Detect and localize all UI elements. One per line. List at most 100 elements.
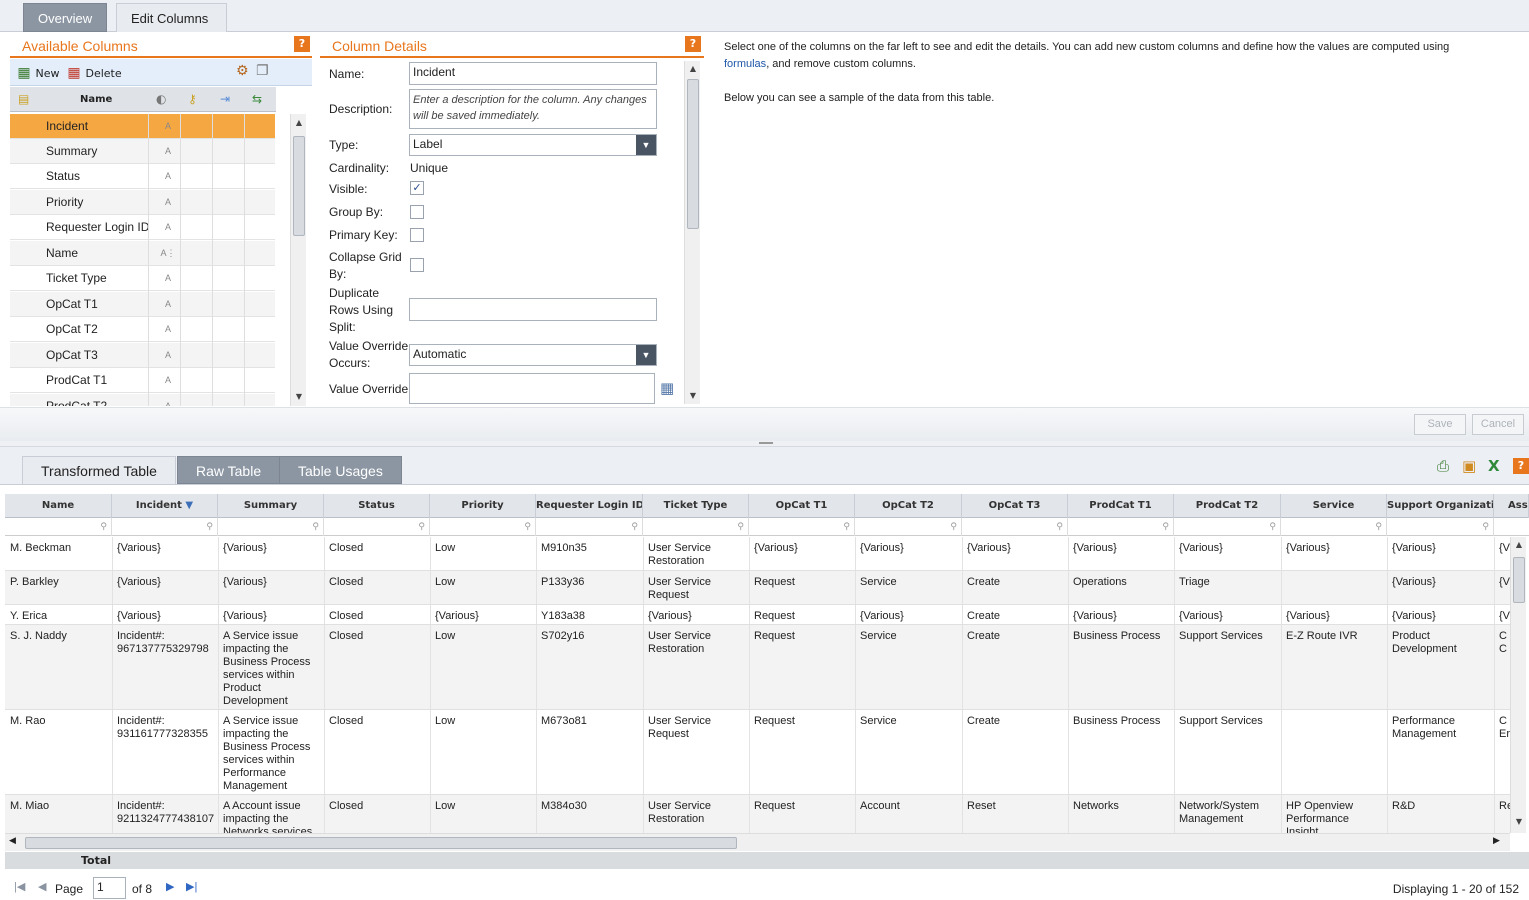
- scroll-thumb[interactable]: [687, 79, 699, 229]
- excel-icon[interactable]: X: [1488, 457, 1500, 475]
- help-icon[interactable]: ?: [685, 36, 701, 52]
- value-override-field[interactable]: [409, 373, 655, 404]
- list-item[interactable]: OpCat T1 A: [10, 292, 275, 317]
- export-icon[interactable]: ▣: [1462, 457, 1476, 475]
- column-header-ticket-type[interactable]: Ticket Type: [643, 494, 749, 518]
- visible-checkbox[interactable]: ✓: [410, 181, 424, 195]
- tab-overview[interactable]: Overview: [23, 3, 108, 32]
- chevron-down-icon[interactable]: ▼: [636, 135, 656, 155]
- splitter-handle-icon[interactable]: [759, 442, 773, 444]
- column-header-prodcat-t2[interactable]: ProdCat T2: [1174, 494, 1281, 518]
- column-properties-icon[interactable]: ⚙: [236, 63, 249, 79]
- table-row[interactable]: M. Rao Incident#: 931161777328355 A Servic…: [5, 710, 1510, 795]
- filter-icon[interactable]: ⚲: [430, 518, 536, 536]
- table-row[interactable]: Y. Erica {Various} {Various} Closed {Various…: [5, 605, 1510, 625]
- list-item[interactable]: Requester Login ID A: [10, 215, 275, 240]
- column-header-priority[interactable]: Priority: [430, 494, 536, 518]
- filter-icon[interactable]: ⚲: [112, 518, 218, 536]
- scroll-up-icon[interactable]: ▲: [685, 64, 701, 73]
- name-field[interactable]: Incident: [409, 62, 657, 85]
- filter-icon[interactable]: ⚲: [218, 518, 324, 536]
- table-row[interactable]: P. Barkley {Various} {Various} Closed Low P13…: [5, 571, 1510, 605]
- help-icon[interactable]: ?: [1513, 458, 1529, 474]
- scroll-down-icon[interactable]: ▼: [291, 392, 307, 401]
- list-item[interactable]: ProdCat T2 A: [10, 394, 275, 406]
- filter-icon[interactable]: ⚲: [1281, 518, 1387, 536]
- next-page-icon[interactable]: ▶: [166, 880, 174, 893]
- tab-transformed-table[interactable]: Transformed Table: [22, 456, 176, 484]
- formulas-link[interactable]: formulas: [724, 58, 766, 70]
- table-row[interactable]: S. J. Naddy Incident#: 967137775329798 A S…: [5, 625, 1510, 710]
- column-header-opcat-t2[interactable]: OpCat T2: [855, 494, 962, 518]
- columns-list-scrollbar[interactable]: ▲ ▼: [290, 114, 306, 406]
- scroll-down-icon[interactable]: ▼: [685, 391, 701, 400]
- prev-page-icon[interactable]: ◀: [38, 880, 46, 893]
- filter-icon[interactable]: ⚲: [5, 518, 112, 536]
- grid-horizontal-scrollbar[interactable]: ◀ ▶: [5, 833, 1510, 851]
- tab-edit-columns[interactable]: Edit Columns: [116, 3, 227, 32]
- filter-icon[interactable]: ⚲: [1387, 518, 1494, 536]
- tab-raw-table[interactable]: Raw Table: [177, 456, 281, 484]
- description-field[interactable]: Enter a description for the column. Any …: [409, 89, 657, 129]
- column-header-opcat-t3[interactable]: OpCat T3: [962, 494, 1068, 518]
- copy-icon[interactable]: ❐: [256, 63, 269, 79]
- list-item[interactable]: Priority A: [10, 190, 275, 215]
- scroll-up-icon[interactable]: ▲: [1511, 540, 1527, 549]
- help-icon[interactable]: ?: [294, 36, 310, 52]
- column-header-summary[interactable]: Summary: [218, 494, 324, 518]
- group-by-checkbox[interactable]: [410, 205, 424, 219]
- formula-grid-icon[interactable]: ▦: [660, 379, 674, 397]
- chevron-down-icon[interactable]: ▼: [636, 345, 656, 365]
- filter-icon[interactable]: ⚲: [855, 518, 962, 536]
- filter-icon[interactable]: ⚲: [643, 518, 749, 536]
- details-scrollbar[interactable]: ▲ ▼: [684, 61, 700, 404]
- scroll-thumb[interactable]: [1513, 557, 1525, 603]
- column-header-assignee[interactable]: Assi: [1494, 494, 1529, 518]
- column-header-service[interactable]: Service: [1281, 494, 1387, 518]
- last-page-icon[interactable]: ▶|: [186, 880, 197, 893]
- column-header-support-org[interactable]: Support Organization: [1387, 494, 1494, 518]
- list-item[interactable]: Ticket Type A: [10, 266, 275, 291]
- column-header-name[interactable]: Name: [5, 494, 112, 518]
- new-column-button[interactable]: ▦ New: [16, 64, 59, 82]
- scroll-left-icon[interactable]: ◀: [9, 836, 16, 846]
- split-field[interactable]: [409, 298, 657, 321]
- filter-icon[interactable]: ⚲: [962, 518, 1068, 536]
- column-header-requester[interactable]: Requester Login ID: [536, 494, 643, 518]
- value-override-occurs-select[interactable]: Automatic ▼: [409, 344, 657, 366]
- scroll-up-icon[interactable]: ▲: [291, 118, 307, 127]
- column-header-prodcat-t1[interactable]: ProdCat T1: [1068, 494, 1174, 518]
- scroll-down-icon[interactable]: ▼: [1511, 817, 1527, 826]
- column-header-opcat-t1[interactable]: OpCat T1: [749, 494, 855, 518]
- list-item[interactable]: ProdCat T1 A: [10, 368, 275, 393]
- delete-column-button[interactable]: ▦ Delete: [66, 64, 121, 82]
- list-item[interactable]: Incident A: [10, 114, 275, 139]
- cancel-button[interactable]: Cancel: [1472, 414, 1524, 435]
- save-button[interactable]: Save: [1414, 414, 1466, 435]
- name-column-header[interactable]: Name: [80, 87, 112, 112]
- scroll-thumb[interactable]: [293, 136, 305, 236]
- list-item[interactable]: Status A: [10, 164, 275, 189]
- grid-vertical-scrollbar[interactable]: ▲ ▼: [1510, 537, 1526, 833]
- scroll-thumb[interactable]: [25, 837, 737, 849]
- list-item[interactable]: Summary A: [10, 139, 275, 164]
- list-item[interactable]: OpCat T3 A: [10, 343, 275, 368]
- column-header-status[interactable]: Status: [324, 494, 430, 518]
- column-header-incident[interactable]: Incident ▼: [112, 494, 218, 518]
- filter-icon[interactable]: ⚲: [749, 518, 855, 536]
- first-page-icon[interactable]: |◀: [14, 880, 25, 893]
- print-icon[interactable]: ⎙: [1437, 457, 1449, 475]
- list-item[interactable]: OpCat T2 A: [10, 317, 275, 342]
- filter-icon[interactable]: ⚲: [324, 518, 430, 536]
- filter-icon[interactable]: ⚲: [536, 518, 643, 536]
- collapse-grid-checkbox[interactable]: [410, 258, 424, 272]
- tab-table-usages[interactable]: Table Usages: [279, 456, 402, 484]
- table-row[interactable]: M. Beckman {Various} {Various} Closed Low M91…: [5, 537, 1510, 571]
- list-item[interactable]: Name A⋮: [10, 241, 275, 266]
- type-select[interactable]: Label ▼: [409, 134, 657, 156]
- table-row[interactable]: M. Miao Incident#: 9211324777438107 A Acco…: [5, 795, 1510, 833]
- primary-key-checkbox[interactable]: [410, 228, 424, 242]
- scroll-right-icon[interactable]: ▶: [1493, 836, 1500, 846]
- filter-icon[interactable]: ⚲: [1174, 518, 1281, 536]
- filter-icon[interactable]: ⚲: [1068, 518, 1174, 536]
